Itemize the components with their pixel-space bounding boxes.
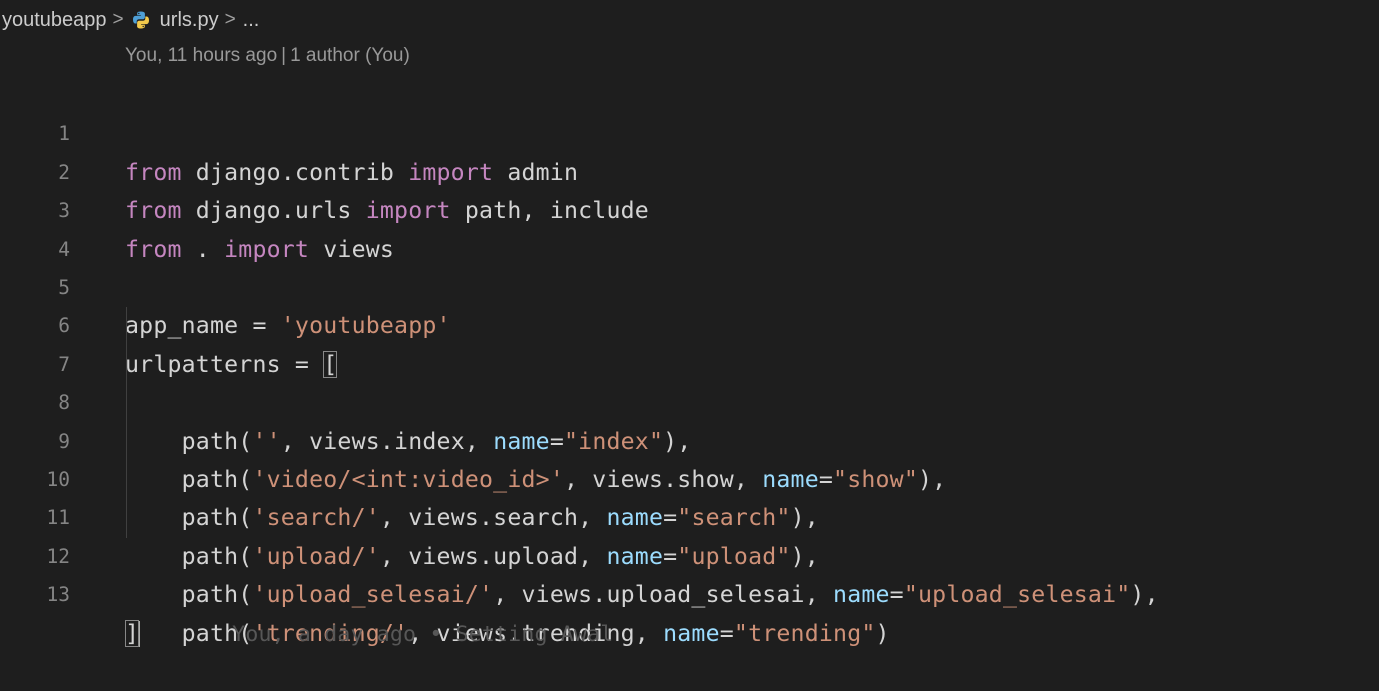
code-line[interactable]: 3 from . import views xyxy=(0,154,1379,262)
code-line[interactable]: 13 ] You, a day ago • Setting Awal xyxy=(0,538,1379,647)
code-line[interactable]: 9 path('search/', views.search, name="se… xyxy=(0,384,1379,531)
inline-git-blame: You, a day ago • Setting Awal xyxy=(232,621,614,647)
indent-guide xyxy=(126,345,127,385)
python-icon xyxy=(131,10,151,30)
line-number: 13 xyxy=(46,583,70,607)
breadcrumb-file[interactable]: urls.py xyxy=(160,9,219,32)
git-codelens: You, 11 hours ago | 1 author (You) xyxy=(125,45,410,67)
code-line[interactable]: 10 path('upload/', views.upload, name="u… xyxy=(0,422,1379,570)
indent-guide xyxy=(126,460,127,500)
code-line[interactable]: 4 xyxy=(0,192,1379,261)
indent-guide xyxy=(126,307,127,346)
code-line[interactable]: 8 path('video/<int:video_id>', views.sho… xyxy=(0,345,1379,493)
close-bracket: ] xyxy=(125,619,140,647)
code-editor[interactable]: 1 from django.contrib import admin 2 fro… xyxy=(0,77,1379,647)
code-line[interactable]: 1 from django.contrib import admin xyxy=(0,77,1379,185)
breadcrumb-more[interactable]: ... xyxy=(243,9,260,32)
breadcrumb-separator: > xyxy=(112,9,124,30)
route-string: 'upload_selesai/' xyxy=(252,581,494,609)
codelens-separator: | xyxy=(281,45,287,66)
equals: = xyxy=(719,619,734,647)
call-end: ) xyxy=(875,619,890,647)
call-end: ), xyxy=(1130,581,1159,609)
text-cursor xyxy=(138,621,141,647)
code-line[interactable]: 11 path('upload_selesai/', views.upload_… xyxy=(0,460,1379,608)
name-string: "upload_selesai" xyxy=(903,581,1131,609)
code-line[interactable]: 5 app_name = 'youtubeapp' xyxy=(0,231,1379,339)
breadcrumb: youtubeapp > urls.py > ... xyxy=(0,0,1379,40)
code-line[interactable]: 6 urlpatterns = [ xyxy=(0,269,1379,378)
equals: = xyxy=(889,581,904,609)
indent-guide xyxy=(126,422,127,461)
name-string: "trending" xyxy=(733,619,876,647)
name-kwarg: name xyxy=(833,581,890,609)
codelens-authors[interactable]: 1 author (You) xyxy=(290,45,410,66)
breadcrumb-separator: > xyxy=(224,9,236,30)
indent-guide xyxy=(126,499,127,538)
code-line[interactable]: 7 path('', views.index, name="index"), xyxy=(0,307,1379,455)
breadcrumb-folder[interactable]: youtubeapp xyxy=(2,9,107,32)
code-line[interactable]: 2 from django.urls import path, include xyxy=(0,115,1379,224)
indent-guide xyxy=(126,384,127,423)
view-arg: , views.upload_selesai, xyxy=(493,581,834,609)
path-call: path( xyxy=(125,581,253,609)
name-kwarg: name xyxy=(663,619,720,647)
code-line[interactable]: 12 path('trending/', views.trending, nam… xyxy=(0,499,1379,647)
codelens-last-change[interactable]: You, 11 hours ago xyxy=(125,45,277,66)
